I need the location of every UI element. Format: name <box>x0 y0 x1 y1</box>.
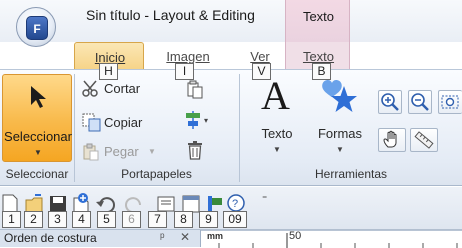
chevron-down-icon: ▼ <box>336 145 344 154</box>
tab-texto-label: Texto <box>302 49 335 64</box>
group-divider <box>239 74 240 182</box>
pan-button[interactable] <box>378 128 406 152</box>
pin-icon[interactable]: ᵖ <box>160 230 165 244</box>
keytip-i: I <box>175 63 194 80</box>
layers-flag-icon <box>208 196 222 212</box>
scissors-icon <box>82 80 98 97</box>
paste-label: Pegar <box>104 144 139 159</box>
paste-special-button[interactable] <box>186 80 206 100</box>
app-logo-icon: F <box>26 16 48 40</box>
keytip-5: 5 <box>97 211 116 228</box>
svg-text:▾: ▾ <box>204 116 208 125</box>
zoom-in-button[interactable] <box>378 90 402 114</box>
keytip-7: 7 <box>148 211 167 228</box>
text-button-label: Texto <box>261 126 293 141</box>
print-preview-icon <box>157 196 175 212</box>
heart-star-shapes-icon <box>322 80 357 112</box>
context-tab-group-label: Texto <box>302 9 335 24</box>
close-icon[interactable]: ✕ <box>180 230 190 244</box>
new-add-icon <box>73 193 89 214</box>
text-button[interactable]: A Texto ▼ <box>247 76 307 162</box>
stitch-order-panel-header: Orden de costura ᵖ ✕ <box>0 230 201 247</box>
panel-title: Orden de costura <box>4 231 97 245</box>
save-icon <box>50 196 66 212</box>
paste-icon <box>83 143 99 161</box>
tab-ver[interactable]: Ver <box>240 49 280 64</box>
help-icon: ? <box>227 194 245 212</box>
trash-icon <box>188 141 202 160</box>
arrange-button[interactable]: ▾ <box>184 110 210 130</box>
zoom-out-button[interactable] <box>408 90 432 114</box>
zoom-in-icon <box>381 93 399 111</box>
window-title: Sin título - Layout & Editing <box>86 7 255 23</box>
ruler-ticks <box>218 233 458 248</box>
group-label-clipboard: Portapapeles <box>121 167 192 181</box>
keytip-1: 1 <box>2 211 21 228</box>
tab-imagen[interactable]: Imagen <box>158 49 218 64</box>
select-button[interactable]: Seleccionar ▼ <box>2 74 72 162</box>
keytip-09: 09 <box>223 211 247 228</box>
keytip-b: B <box>312 63 331 80</box>
window-icon <box>182 195 200 213</box>
hand-pan-icon <box>383 130 397 148</box>
tab-imagen-label: Imagen <box>166 49 210 64</box>
cursor-arrow-icon <box>31 86 46 108</box>
chevron-down-icon: ▼ <box>34 148 42 157</box>
keytip-8: 8 <box>174 211 193 228</box>
select-button-label: Seleccionar <box>4 129 72 144</box>
tab-ver-label: Ver <box>250 49 270 64</box>
svg-text:?: ? <box>232 198 238 210</box>
keytip-h: H <box>99 63 118 80</box>
redo-icon <box>125 197 141 213</box>
chevron-down-icon: ▼ <box>148 147 156 156</box>
keytip-4: 4 <box>72 211 91 228</box>
keytip-v: V <box>252 63 271 80</box>
ruler-measure-icon <box>414 131 434 149</box>
keytip-2: 2 <box>24 211 43 228</box>
keytip-9: 9 <box>199 211 218 228</box>
copy-label: Copiar <box>104 115 143 130</box>
delete-button[interactable] <box>187 141 205 161</box>
keytip-6: 6 <box>122 211 141 228</box>
shapes-button[interactable]: Formas ▼ <box>308 76 372 162</box>
customize-qat-icon: ⁼ <box>262 194 267 205</box>
group-label-tools: Herramientas <box>314 167 388 181</box>
copy-icon <box>82 113 101 132</box>
zoom-out-icon <box>411 93 429 111</box>
shapes-button-label: Formas <box>317 126 363 141</box>
application-button[interactable]: F <box>16 7 56 47</box>
cut-label: Cortar <box>104 81 141 96</box>
zoom-fit-button[interactable] <box>438 90 462 114</box>
measure-button[interactable] <box>410 128 438 152</box>
text-a-icon: A <box>261 73 290 118</box>
open-folder-icon <box>25 194 43 213</box>
zoom-fit-icon <box>441 95 459 109</box>
group-divider <box>74 74 75 182</box>
horizontal-ruler: mm 50 <box>201 230 462 248</box>
undo-icon <box>96 197 115 213</box>
context-tab-group: Texto <box>285 0 350 42</box>
group-label-select: Seleccionar <box>5 167 69 181</box>
keytip-3: 3 <box>48 211 67 228</box>
align-center-icon: ▾ <box>186 111 208 129</box>
clipboard-doc-icon <box>187 80 203 99</box>
chevron-down-icon: ▼ <box>273 145 281 154</box>
